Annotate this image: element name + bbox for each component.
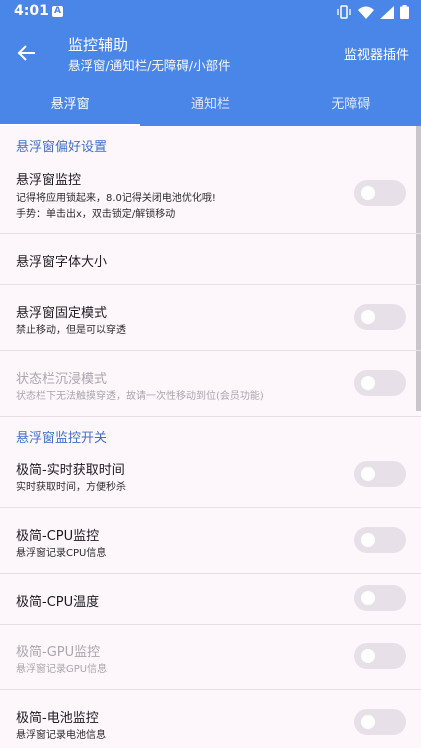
setting-gesture-hint: 手势：单击出x，双击锁定/解锁移动 <box>16 209 176 220</box>
page-subtitle: 悬浮窗/通知栏/无障碍/小部件 <box>68 58 231 73</box>
setting-title: 状态栏沉浸模式 <box>16 372 108 387</box>
tab-floating-window[interactable]: 悬浮窗 <box>0 90 141 126</box>
battery-icon <box>400 5 409 19</box>
tab-notification-bar[interactable]: 通知栏 <box>140 90 280 126</box>
realtime-clock-switch[interactable] <box>354 461 406 487</box>
section-header-monitor-switches: 悬浮窗监控开关 <box>16 431 108 446</box>
tab-accessibility[interactable]: 无障碍 <box>281 90 421 126</box>
tab-bar: 悬浮窗 通知栏 无障碍 <box>0 90 421 126</box>
setting-description: 悬浮窗记录GPU信息 <box>16 664 108 675</box>
setting-title: 极简-电池监控 <box>16 711 99 726</box>
immersive-mode-switch <box>354 370 406 396</box>
setting-cpu-monitor[interactable]: 极简-CPU监控 悬浮窗记录CPU信息 <box>0 508 421 573</box>
wifi-icon <box>358 6 374 19</box>
setting-cpu-temperature[interactable]: 极简-CPU温度 <box>0 574 421 624</box>
setting-font-size[interactable]: 悬浮窗字体大小 <box>0 234 421 284</box>
signal-icon <box>380 5 394 19</box>
app-bar: 监控辅助 悬浮窗/通知栏/无障碍/小部件 监视器插件 <box>0 24 421 90</box>
gpu-monitor-switch <box>354 643 406 669</box>
monitor-plugin-button[interactable]: 监视器插件 <box>344 44 409 63</box>
vibrate-icon <box>337 5 351 19</box>
fixed-mode-switch[interactable] <box>354 304 406 330</box>
setting-realtime-clock[interactable]: 极简-实时获取时间 实时获取时间，方便秒杀 <box>0 450 421 507</box>
cpu-monitor-switch[interactable] <box>354 527 406 553</box>
setting-fixed-mode[interactable]: 悬浮窗固定模式 禁止移动，但是可以穿透 <box>0 285 421 350</box>
setting-description: 悬浮窗记录CPU信息 <box>16 548 107 559</box>
setting-title: 悬浮窗字体大小 <box>16 255 108 270</box>
setting-title: 极简-CPU监控 <box>16 529 100 544</box>
setting-battery-monitor[interactable]: 极简-电池监控 悬浮窗记录电池信息 <box>0 690 421 748</box>
setting-description: 记得将应用锁起来，8.0记得关闭电池优化哦! <box>16 193 216 204</box>
status-bar: 4:01 A <box>0 0 421 24</box>
float-monitor-switch[interactable] <box>354 180 406 206</box>
back-button[interactable] <box>12 38 42 68</box>
setting-title: 极简-GPU监控 <box>16 645 101 660</box>
setting-immersive-mode: 状态栏沉浸模式 状态栏下无法触摸穿透，故请一次性移动到位(会员功能) <box>0 351 421 416</box>
settings-list: 悬浮窗偏好设置 悬浮窗监控 记得将应用锁起来，8.0记得关闭电池优化哦! 手势：… <box>0 126 421 748</box>
setting-title: 极简-CPU温度 <box>16 595 100 610</box>
section-header-preferences: 悬浮窗偏好设置 <box>16 140 108 155</box>
setting-description: 实时获取时间，方便秒杀 <box>16 482 126 493</box>
status-icons <box>336 5 409 19</box>
setting-title: 悬浮窗固定模式 <box>16 306 108 321</box>
setting-gpu-monitor: 极简-GPU监控 悬浮窗记录GPU信息 <box>0 625 421 689</box>
arrow-back-icon <box>17 45 35 61</box>
status-time: 4:01 <box>14 3 49 19</box>
setting-description: 状态栏下无法触摸穿透，故请一次性移动到位(会员功能) <box>16 391 264 402</box>
setting-description: 禁止移动，但是可以穿透 <box>16 325 126 336</box>
cpu-temperature-switch[interactable] <box>354 585 406 611</box>
setting-float-monitor[interactable]: 悬浮窗监控 记得将应用锁起来，8.0记得关闭电池优化哦! 手势：单击出x，双击锁… <box>0 159 421 233</box>
setting-description: 悬浮窗记录电池信息 <box>16 730 106 741</box>
divider <box>0 416 421 417</box>
setting-title: 悬浮窗监控 <box>16 173 82 188</box>
notification-icon: A <box>52 6 63 17</box>
battery-monitor-switch[interactable] <box>354 709 406 735</box>
setting-title: 极简-实时获取时间 <box>16 463 125 478</box>
page-title: 监控辅助 <box>68 36 129 54</box>
